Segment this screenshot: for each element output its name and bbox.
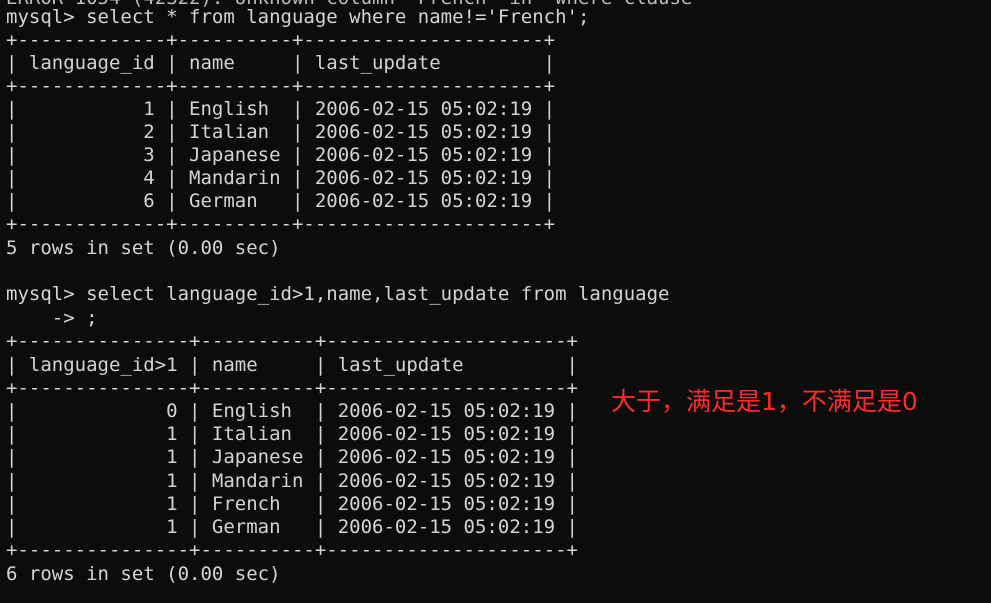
terminal-line-header-1: | language_id | name | last_update | (6, 52, 556, 74)
table-row: | 4 | Mandarin | 2006-02-15 05:02:19 | (6, 167, 556, 189)
table-row: | 1 | English | 2006-02-15 05:02:19 | (6, 98, 556, 120)
terminal-line-border-1: +-------------+----------+--------------… (6, 29, 556, 51)
terminal-line-border-3: +-------------+----------+--------------… (6, 213, 556, 235)
terminal-line-border-2: +-------------+----------+--------------… (6, 75, 556, 97)
table-row: | 1 | Italian | 2006-02-15 05:02:19 | (6, 423, 578, 445)
table-row: | 2 | Italian | 2006-02-15 05:02:19 | (6, 121, 556, 143)
terminal-line-continuation: -> ; (6, 307, 98, 329)
table-row: | 6 | German | 2006-02-15 05:02:19 | (6, 190, 556, 212)
table-row: | 1 | Japanese | 2006-02-15 05:02:19 | (6, 446, 578, 468)
terminal-line-border-6: +---------------+----------+------------… (6, 539, 578, 561)
table-row: | 3 | Japanese | 2006-02-15 05:02:19 | (6, 144, 556, 166)
terminal-line-border-5: +---------------+----------+------------… (6, 377, 578, 399)
table-row: | 1 | German | 2006-02-15 05:02:19 | (6, 516, 578, 538)
terminal-window[interactable]: ERROR 1054 (42S22): Unknown column 'Fren… (0, 0, 991, 603)
table-row: | 1 | Mandarin | 2006-02-15 05:02:19 | (6, 470, 578, 492)
terminal-line-border-4: +---------------+----------+------------… (6, 330, 578, 352)
terminal-line-status-1: 5 rows in set (0.00 sec) (6, 237, 281, 259)
table-row: | 1 | French | 2006-02-15 05:02:19 | (6, 493, 578, 515)
terminal-line-status-2: 6 rows in set (0.00 sec) (6, 563, 281, 585)
table-row: | 0 | English | 2006-02-15 05:02:19 | (6, 400, 578, 422)
annotation-text: 大于，满足是1，不满足是0 (611, 387, 918, 416)
terminal-line-header-2: | language_id>1 | name | last_update | (6, 354, 578, 376)
terminal-line-query-2: mysql> select language_id>1,name,last_up… (6, 283, 670, 305)
terminal-line-query-1: mysql> select * from language where name… (6, 6, 590, 28)
